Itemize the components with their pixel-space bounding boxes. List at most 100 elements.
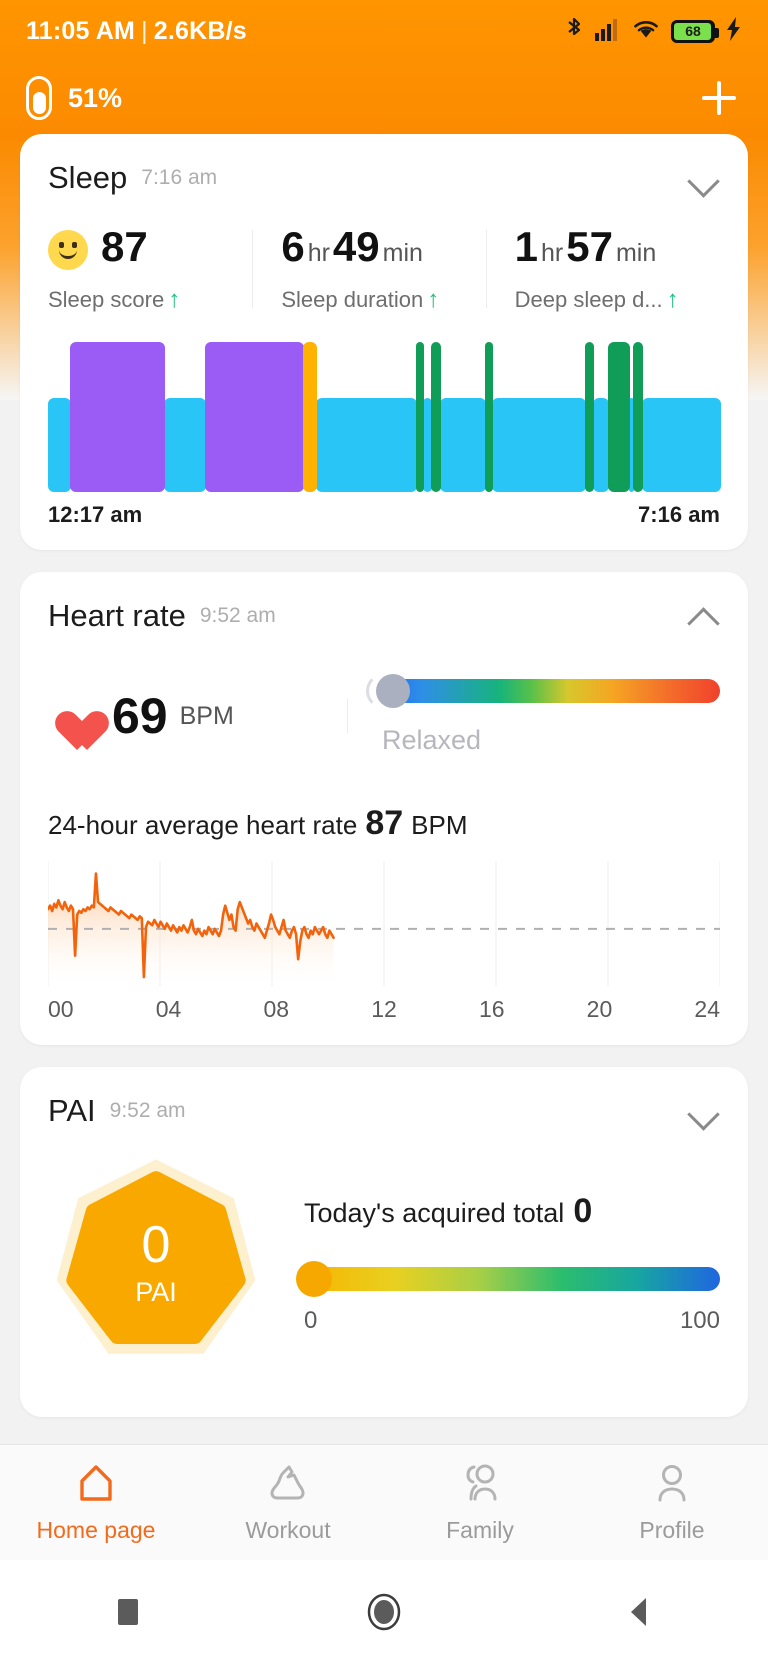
pai-content-row: 0 PAI Today's acquired total 0 0 100	[48, 1155, 720, 1371]
deep-sleep-minutes: 57	[566, 223, 613, 270]
pai-progress-group: Today's acquired total 0 0 100	[264, 1192, 720, 1335]
heart-rate-card[interactable]: Heart rate 9:52 am 69 BPM Relaxed 24-hou…	[20, 572, 748, 1045]
pai-card[interactable]: PAI 9:52 am 0 PAI Today's acquired total…	[20, 1067, 748, 1417]
heart-rate-value: 69	[112, 688, 168, 744]
sleep-score-value-row: 87	[48, 226, 241, 274]
zone-knob-icon	[376, 673, 410, 708]
sleep-segment-light	[642, 397, 721, 492]
heart-rate-24h-chart[interactable]	[46, 861, 721, 986]
back-button[interactable]	[600, 1582, 680, 1642]
pai-card-header[interactable]: PAI 9:52 am	[48, 1093, 720, 1129]
sleep-segment-light	[316, 397, 417, 492]
sleep-segment-rem	[633, 342, 644, 492]
deep-sleep-stat[interactable]: 1 hr 57 min Deep sleep d... ↑	[487, 226, 720, 314]
shoe-icon	[265, 1462, 311, 1509]
tab-family-label: Family	[446, 1516, 514, 1543]
heart-rate-unit: BPM	[179, 701, 234, 730]
heart-rate-chart-svg	[46, 861, 721, 986]
deep-sleep-label: Deep sleep d...	[514, 287, 663, 312]
sleep-stats-row: 87 Sleep score ↑ 6 hr 49 min Sleep durat…	[48, 226, 720, 314]
sleep-segment-awake	[302, 342, 318, 492]
sleep-title: Sleep	[48, 160, 128, 195]
home-icon	[74, 1462, 118, 1509]
heart-rate-card-header[interactable]: Heart rate 9:52 am	[48, 598, 720, 634]
tab-profile[interactable]: Profile	[576, 1462, 768, 1544]
status-separator: |	[141, 16, 148, 45]
tab-workout[interactable]: Workout	[192, 1462, 384, 1544]
sleep-chart-axis: 12:17 am 7:16 am	[48, 502, 720, 528]
heart-rate-time: 9:52 am	[199, 604, 276, 627]
sleep-segment-rem	[484, 342, 494, 492]
sleep-score-label: Sleep score	[48, 287, 165, 312]
bottom-tab-bar: Home page Workout Family Profile	[0, 1444, 768, 1560]
system-navigation-bar	[0, 1560, 768, 1664]
avg-heart-rate-unit: BPM	[411, 810, 468, 840]
status-bar: 11:05 AM | 2.6KB/s 68	[0, 0, 768, 62]
sleep-end-time: 7:16 am	[638, 502, 720, 527]
heart-rate-chart-xaxis: 00 04 08 12 16 20 24	[48, 996, 720, 1023]
tab-home-page[interactable]: Home page	[0, 1462, 192, 1544]
chevron-down-icon[interactable]	[686, 161, 720, 195]
tab-profile-label: Profile	[639, 1516, 705, 1543]
cellular-signal-icon	[595, 17, 621, 46]
sleep-card-header[interactable]: Sleep 7:16 am	[48, 160, 720, 196]
pai-total-row: Today's acquired total 0	[304, 1192, 720, 1231]
pai-time: 9:52 am	[109, 1099, 186, 1122]
avg-heart-rate-value: 87	[365, 804, 404, 842]
pai-progress-knob-icon	[296, 1260, 332, 1297]
home-button[interactable]	[344, 1582, 424, 1642]
sleep-duration-stat[interactable]: 6 hr 49 min Sleep duration ↑	[253, 226, 487, 314]
pai-scale-max: 100	[679, 1306, 720, 1334]
sleep-segment-light	[492, 397, 586, 492]
avg-heart-rate-title-row: 24-hour average heart rate 87 BPM	[48, 804, 720, 843]
xaxis-tick-04: 04	[155, 996, 182, 1022]
sleep-segment-rem	[431, 342, 442, 492]
sleep-duration-value-row: 6 hr 49 min	[281, 226, 474, 274]
sleep-score-value: 87	[101, 223, 148, 270]
tab-family[interactable]: Family	[384, 1462, 576, 1544]
recents-button[interactable]	[88, 1582, 168, 1642]
sleep-segment-rem	[584, 342, 594, 492]
xaxis-tick-12: 12	[371, 996, 397, 1022]
device-battery-group[interactable]: 51%	[26, 76, 122, 120]
heart-rate-state: Relaxed	[382, 724, 482, 755]
sleep-segment-deep	[69, 342, 165, 492]
heart-rate-current-row: 69 BPM Relaxed	[48, 668, 720, 764]
pai-total-label: Today's acquired total	[304, 1197, 565, 1228]
trend-up-icon: ↑	[168, 286, 181, 313]
sleep-duration-minutes-unit: min	[382, 239, 423, 267]
trend-up-icon: ↑	[427, 286, 440, 313]
xaxis-tick-24: 24	[694, 996, 720, 1022]
sleep-stage-chart[interactable]	[48, 342, 721, 492]
add-button[interactable]	[696, 75, 742, 121]
charging-bolt-icon	[726, 16, 742, 46]
xaxis-tick-16: 16	[478, 996, 505, 1022]
sleep-score-stat[interactable]: 87 Sleep score ↑	[48, 226, 254, 314]
sleep-duration-label-row: Sleep duration ↑	[281, 286, 474, 314]
deep-sleep-hours-unit: hr	[541, 239, 564, 267]
status-bar-right: 68	[564, 16, 742, 47]
sleep-segment-rem	[415, 342, 424, 492]
sleep-segment-light	[592, 397, 610, 492]
sleep-duration-minutes: 49	[332, 223, 380, 270]
pai-progress-bar[interactable]	[296, 1260, 720, 1297]
pai-badge-value: 0	[141, 1215, 171, 1274]
wifi-icon	[632, 17, 660, 46]
heart-rate-zone-bar[interactable]	[366, 672, 720, 709]
sleep-segment-light	[440, 397, 486, 492]
heart-rate-zone-group: Relaxed	[348, 672, 720, 756]
bluetooth-icon	[564, 16, 584, 47]
pai-badge-label: PAI	[135, 1276, 177, 1307]
cards-scroll-area[interactable]: Sleep 7:16 am 87 Sleep score ↑ 6 hr 49 m…	[0, 134, 768, 1417]
chevron-down-icon[interactable]	[686, 1094, 720, 1128]
heart-icon	[48, 695, 94, 737]
device-status-bar: 51%	[0, 62, 768, 134]
chevron-up-icon[interactable]	[686, 599, 720, 633]
xaxis-tick-00: 00	[48, 996, 74, 1022]
sleep-segment-light	[163, 397, 207, 492]
sleep-card[interactable]: Sleep 7:16 am 87 Sleep score ↑ 6 hr 49 m…	[20, 134, 748, 550]
tab-home-page-label: Home page	[36, 1516, 156, 1543]
pai-badge[interactable]: 0 PAI	[48, 1155, 264, 1371]
avg-heart-rate-prefix: 24-hour average heart rate	[48, 810, 358, 840]
sleep-start-time: 12:17 am	[48, 502, 143, 527]
